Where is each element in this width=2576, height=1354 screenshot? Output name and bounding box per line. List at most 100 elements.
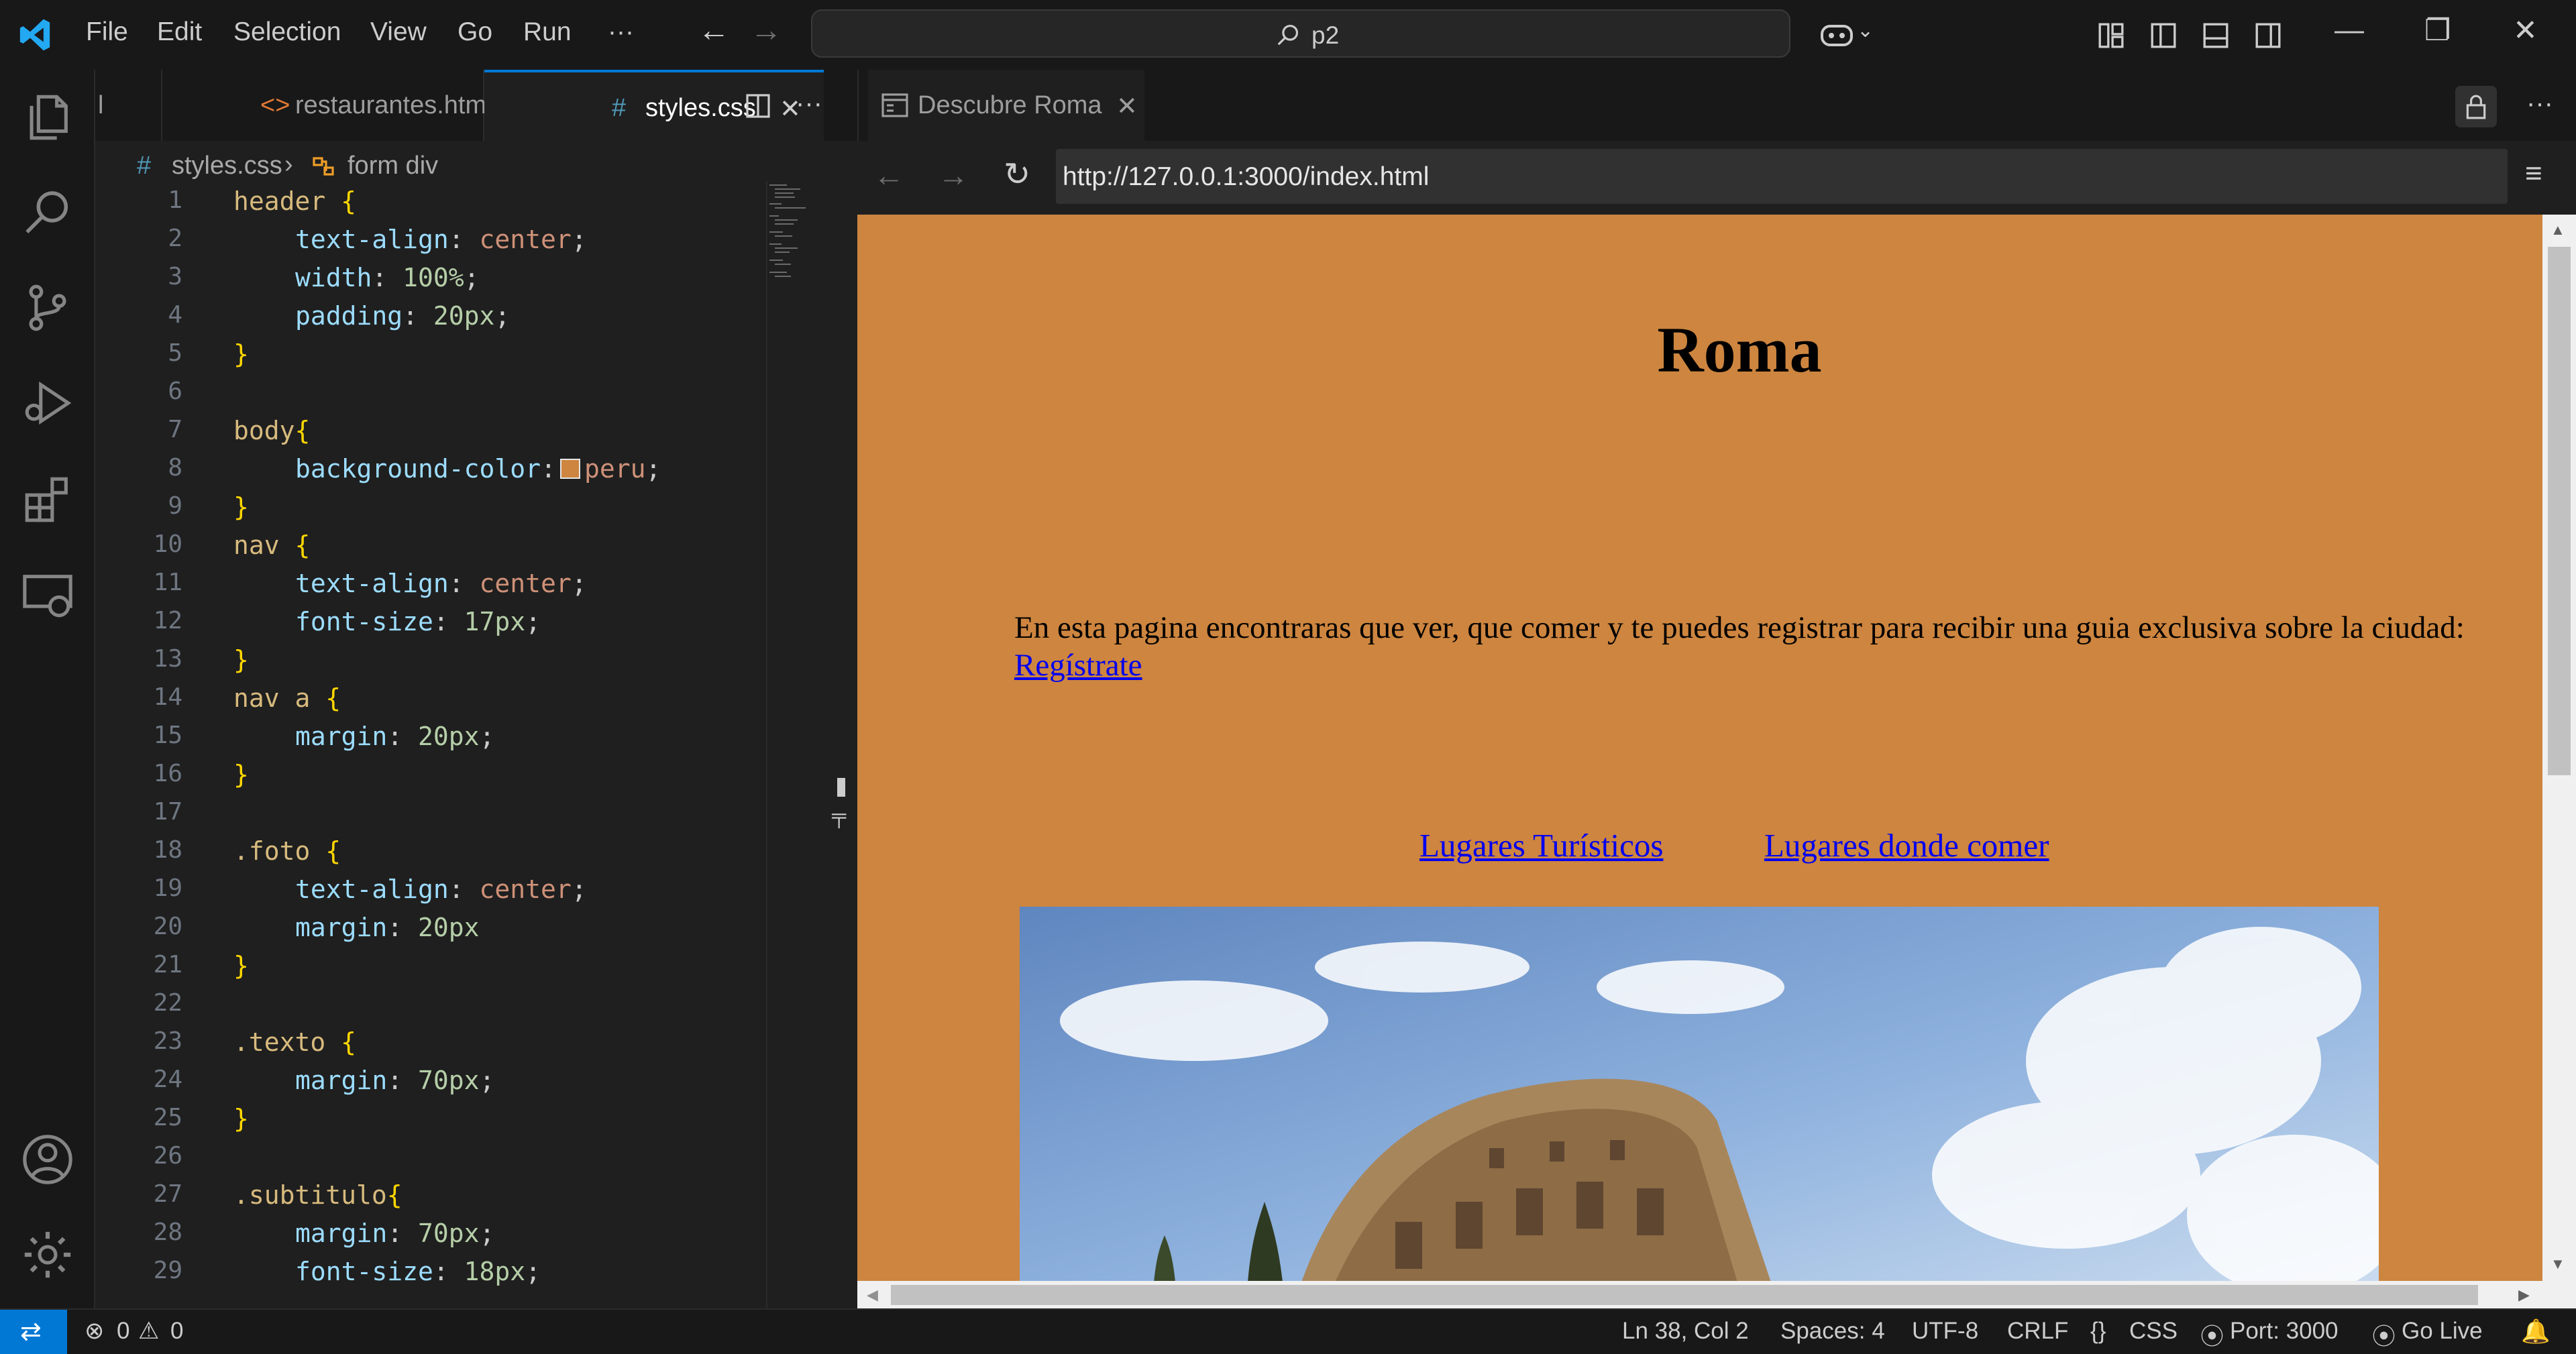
menu-go[interactable]: Go xyxy=(458,17,492,47)
tab-styles-css[interactable]: # styles.css ✕ xyxy=(484,70,824,141)
encoding[interactable]: UTF-8 xyxy=(1912,1318,1978,1345)
search-sidebar-icon[interactable] xyxy=(20,185,75,240)
notifications-bell-icon[interactable]: 🔔 xyxy=(2521,1318,2551,1345)
browser-back-icon[interactable]: ← xyxy=(873,157,904,193)
menu-run[interactable]: Run xyxy=(523,17,572,47)
code-line: font-size: 18px; xyxy=(295,1257,541,1286)
run-debug-icon[interactable] xyxy=(20,376,75,431)
hamburger-menu-icon[interactable]: ≡ xyxy=(2525,157,2542,190)
vertical-scrollbar[interactable]: ▲ ▼ xyxy=(2542,215,2576,1281)
go-live-button[interactable]: Go Live xyxy=(2402,1318,2483,1345)
horizontal-scrollbar[interactable]: ◀ ▶ xyxy=(857,1281,2576,1308)
menu-view[interactable]: View xyxy=(370,17,427,47)
sash-handle[interactable] xyxy=(837,778,845,797)
minimap[interactable] xyxy=(767,181,831,288)
vscode-logo-icon xyxy=(19,19,50,51)
code-line: nav { xyxy=(233,530,311,560)
more-actions-icon[interactable]: ··· xyxy=(2526,89,2553,119)
accounts-icon[interactable] xyxy=(20,1132,75,1187)
remote-indicator[interactable]: ⇄ xyxy=(0,1310,67,1354)
line-number: 12 xyxy=(153,607,182,634)
menu-file[interactable]: File xyxy=(86,17,128,47)
close-tab-icon[interactable]: ✕ xyxy=(1116,91,1138,121)
symbol-class-icon xyxy=(313,157,334,176)
preview-icon xyxy=(881,93,908,117)
reload-icon[interactable]: ↻ xyxy=(1004,156,1030,193)
split-editor-icon[interactable] xyxy=(745,93,771,119)
browser-forward-icon[interactable]: → xyxy=(938,157,969,193)
line-number: 21 xyxy=(153,951,182,978)
scroll-down-icon[interactable]: ▼ xyxy=(2551,1255,2565,1273)
copilot-icon[interactable] xyxy=(1819,19,1854,50)
breadcrumb-file[interactable]: styles.css xyxy=(172,152,282,180)
end-of-line[interactable]: CRLF xyxy=(2007,1318,2068,1345)
language-mode[interactable]: CSS xyxy=(2129,1318,2178,1345)
forward-arrow-icon[interactable]: → xyxy=(750,12,782,49)
search-icon xyxy=(1277,24,1299,46)
code-line: font-size: 17px; xyxy=(295,607,541,636)
nav-link-lugares-donde-comer[interactable]: Lugares donde comer xyxy=(1764,826,2049,864)
menu-edit[interactable]: Edit xyxy=(157,17,202,47)
scroll-up-icon[interactable]: ▲ xyxy=(2551,221,2565,239)
code-line: } xyxy=(233,1104,249,1133)
line-number: 28 xyxy=(153,1219,182,1246)
line-number: 22 xyxy=(153,989,182,1017)
line-number: 14 xyxy=(153,683,182,711)
extensions-icon[interactable] xyxy=(20,472,75,527)
warning-count[interactable]: 0 xyxy=(170,1318,183,1345)
explorer-icon[interactable] xyxy=(20,90,75,145)
source-control-icon[interactable] xyxy=(20,280,75,335)
scrollbar-thumb[interactable] xyxy=(2548,247,2571,775)
page-heading: Roma xyxy=(1657,314,1822,386)
code-line: } xyxy=(233,492,249,522)
command-center-search[interactable]: p2 xyxy=(811,9,1790,58)
indentation[interactable]: Spaces: 4 xyxy=(1780,1318,1885,1345)
tab-restaurantes[interactable]: <> restaurantes.html xyxy=(162,70,492,141)
tab-descubre-roma[interactable]: Descubre Roma ✕ xyxy=(868,70,1144,141)
line-number: 27 xyxy=(153,1180,182,1208)
scroll-right-icon[interactable]: ▶ xyxy=(2518,1286,2530,1304)
line-number: 23 xyxy=(153,1027,182,1055)
line-number: 11 xyxy=(153,569,182,596)
line-number: 24 xyxy=(153,1066,182,1093)
error-icon[interactable]: ⊗ xyxy=(85,1318,104,1345)
register-link[interactable]: Regístrate xyxy=(1014,648,1142,683)
sash-grip-icon[interactable]: ╤ xyxy=(832,805,852,832)
cursor-position[interactable]: Ln 38, Col 2 xyxy=(1622,1318,1749,1345)
restore-icon[interactable]: ❐ xyxy=(2424,13,2451,48)
code-line: text-align: center; xyxy=(295,225,587,254)
code-line: header { xyxy=(233,186,357,216)
menu-selection[interactable]: Selection xyxy=(233,17,341,47)
code-line: nav a { xyxy=(233,683,341,713)
go-live-icon: ⦿ xyxy=(2372,1324,2396,1350)
lock-button[interactable] xyxy=(2455,86,2497,127)
chevron-down-icon[interactable]: ⌄ xyxy=(1857,19,1874,42)
remote-explorer-icon[interactable] xyxy=(20,567,75,622)
settings-gear-icon[interactable] xyxy=(20,1227,75,1282)
toggle-panel-icon[interactable] xyxy=(2202,21,2230,50)
simple-browser-tab-bar: Descubre Roma ✕ ··· xyxy=(857,70,2576,141)
port-status[interactable]: Port: 3000 xyxy=(2230,1318,2339,1345)
minimize-icon[interactable]: — xyxy=(2334,13,2364,47)
warning-icon[interactable]: ⚠ xyxy=(138,1318,159,1345)
toggle-primary-sidebar-icon[interactable] xyxy=(2149,21,2178,50)
color-swatch[interactable] xyxy=(559,459,580,479)
error-count[interactable]: 0 xyxy=(117,1318,129,1345)
line-number: 2 xyxy=(168,225,182,252)
nav-link-lugares-turisticos[interactable]: Lugares Turísticos xyxy=(1419,826,1663,864)
search-text: p2 xyxy=(1311,21,1340,49)
breadcrumb-symbol[interactable]: form div xyxy=(347,152,438,180)
menu-more[interactable]: ··· xyxy=(608,17,634,47)
more-actions-icon[interactable]: ··· xyxy=(796,89,822,119)
code-line: margin: 20px xyxy=(295,913,480,942)
hscrollbar-thumb[interactable] xyxy=(891,1285,2478,1305)
line-number: 19 xyxy=(153,875,182,902)
back-arrow-icon[interactable]: ← xyxy=(698,12,730,49)
url-bar[interactable]: http://127.0.0.1:3000/index.html xyxy=(1056,149,2508,204)
close-window-icon[interactable]: ✕ xyxy=(2513,13,2538,48)
tab-index[interactable]: l xyxy=(95,70,162,141)
customize-layout-icon[interactable] xyxy=(2097,21,2125,50)
scroll-left-icon[interactable]: ◀ xyxy=(867,1286,878,1304)
toggle-secondary-sidebar-icon[interactable] xyxy=(2254,21,2282,50)
line-number: 17 xyxy=(153,798,182,826)
